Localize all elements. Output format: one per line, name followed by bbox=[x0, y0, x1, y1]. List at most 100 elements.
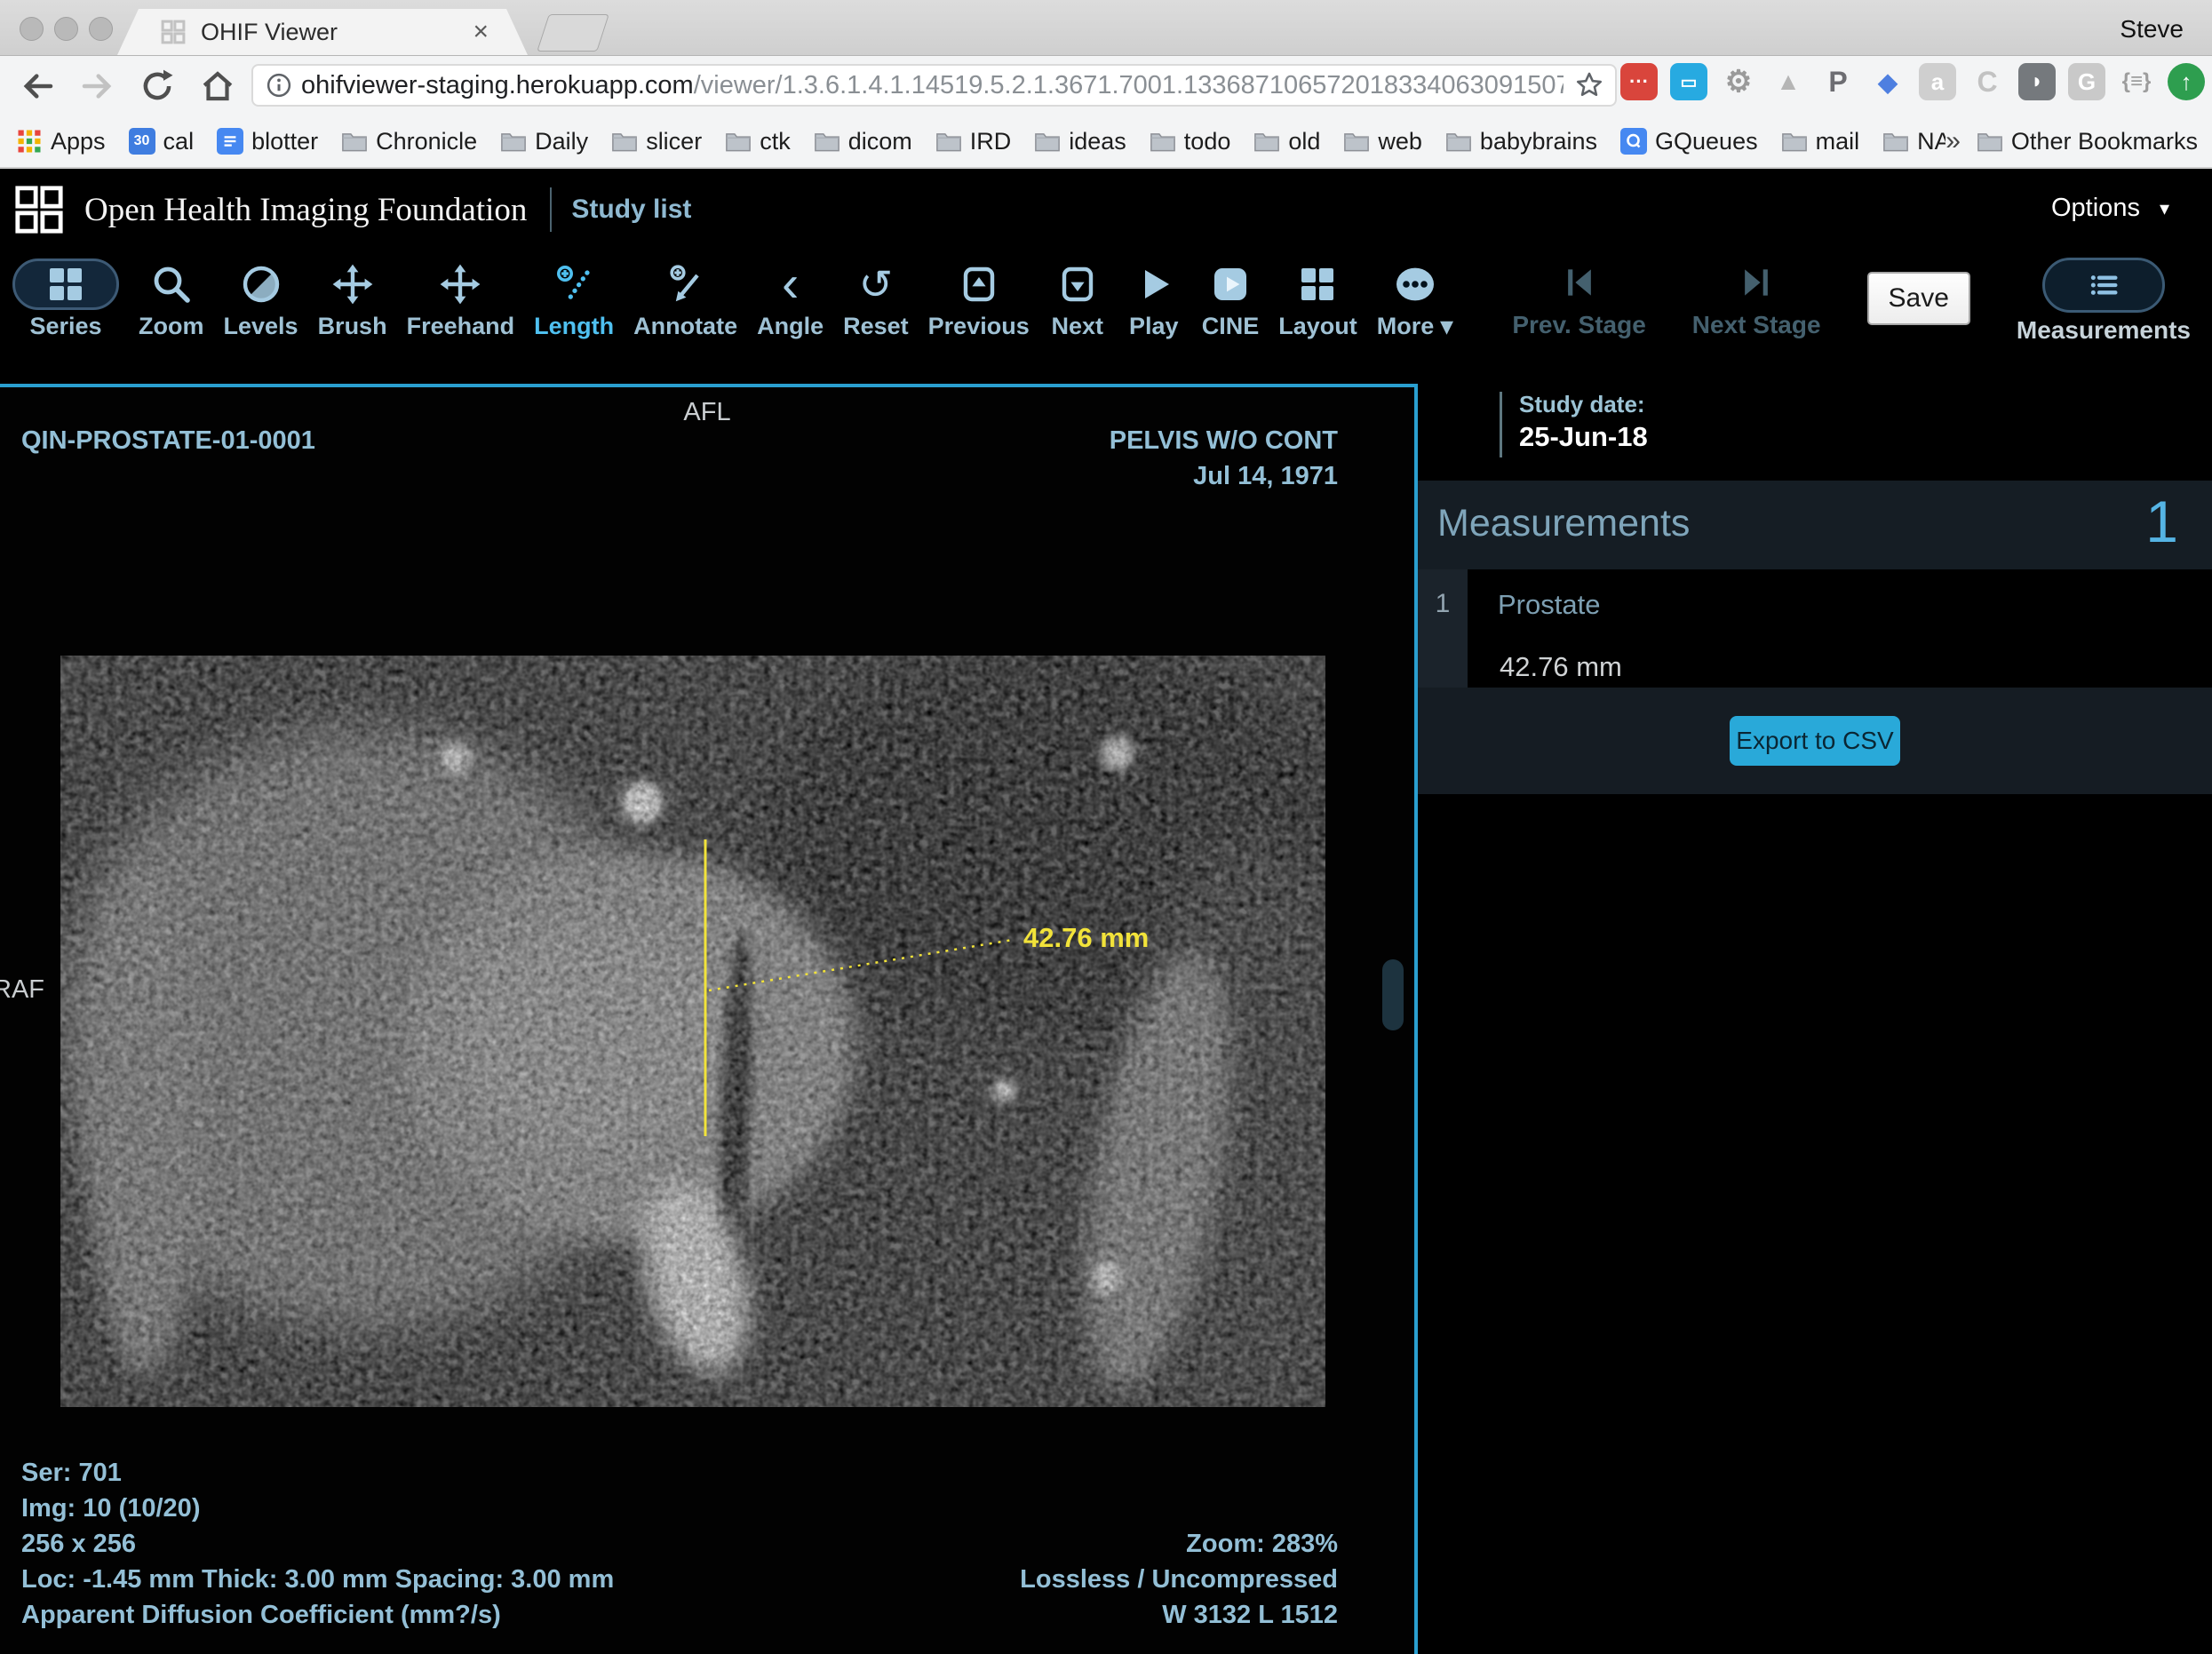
image-viewport[interactable]: AFL QIN-PROSTATE-01-0001 PELVIS W/O CONT… bbox=[0, 384, 1418, 1654]
tool-annotate[interactable]: Annotate bbox=[633, 259, 737, 340]
bookmark-item-web[interactable]: web bbox=[1343, 128, 1422, 155]
bookmark-item-chronicle[interactable]: Chronicle bbox=[341, 128, 477, 155]
tool-freehand[interactable]: Freehand bbox=[407, 259, 515, 340]
url-bar[interactable]: ohifviewer-staging.herokuapp.com/viewer/… bbox=[251, 64, 1617, 107]
bookmark-item-old[interactable]: old bbox=[1253, 128, 1320, 155]
tool-label: CINE bbox=[1202, 313, 1260, 340]
tool-next[interactable]: Next bbox=[1049, 259, 1106, 340]
close-window-button[interactable] bbox=[20, 17, 44, 41]
tool-label: Angle bbox=[757, 313, 824, 340]
home-icon[interactable] bbox=[199, 68, 236, 105]
bookmarks-overflow-icon[interactable]: » bbox=[1945, 126, 1961, 156]
measurement-value-label[interactable]: 42.76 mm bbox=[1023, 922, 1149, 954]
tool-cine[interactable]: CINE bbox=[1202, 259, 1260, 340]
chat-icon[interactable]: a bbox=[1919, 63, 1956, 100]
folder-icon bbox=[814, 128, 840, 155]
tab-close-icon[interactable]: × bbox=[473, 19, 489, 45]
lastpass-icon[interactable]: ··· bbox=[1620, 63, 1658, 100]
bookmark-item-gqueues[interactable]: GQueues bbox=[1620, 128, 1758, 155]
tool-label: Next bbox=[1051, 313, 1103, 340]
bookmark-star-icon[interactable] bbox=[1574, 70, 1604, 100]
bookmark-item-mail[interactable]: mail bbox=[1781, 128, 1860, 155]
reload-icon[interactable] bbox=[139, 68, 176, 105]
bookmark-label: cal bbox=[163, 128, 195, 155]
minimize-window-button[interactable] bbox=[54, 17, 78, 41]
tool-series[interactable]: Series bbox=[12, 259, 119, 340]
g-icon[interactable]: G bbox=[2068, 63, 2105, 100]
tool-play[interactable]: Play bbox=[1126, 259, 1182, 340]
new-tab-button[interactable] bbox=[537, 14, 609, 52]
prev-stage-label: Prev. Stage bbox=[1512, 311, 1645, 339]
move-arrows-icon bbox=[439, 259, 481, 309]
apps-grid-icon bbox=[16, 128, 43, 155]
page-up-icon bbox=[958, 259, 1000, 309]
measurements-toggle-button[interactable]: Measurements bbox=[2017, 258, 2191, 345]
folder-icon bbox=[725, 128, 752, 155]
tool-more[interactable]: More ▾ bbox=[1377, 259, 1453, 340]
bookmark-item-todo[interactable]: todo bbox=[1150, 128, 1231, 155]
annotate-arrow-icon bbox=[664, 259, 707, 309]
tool-zoom[interactable]: Zoom bbox=[139, 259, 204, 340]
bookmark-label: todo bbox=[1184, 128, 1231, 155]
viewport-scrollbar[interactable] bbox=[1382, 959, 1404, 1030]
bookmark-item-cal[interactable]: 30cal bbox=[129, 128, 195, 155]
bookmark-item-ird[interactable]: IRD bbox=[935, 128, 1012, 155]
tool-reset[interactable]: ↺Reset bbox=[843, 259, 909, 340]
study-date-value: 25-Jun-18 bbox=[1519, 421, 1648, 453]
bookmark-item-daily[interactable]: Daily bbox=[500, 128, 588, 155]
braces-icon[interactable]: {≡} bbox=[2118, 63, 2155, 100]
tool-label: Layout bbox=[1278, 313, 1357, 340]
bookmark-item-ideas[interactable]: ideas bbox=[1034, 128, 1126, 155]
bookmark-item-slicer[interactable]: slicer bbox=[611, 128, 702, 155]
length-measurement-annotation[interactable] bbox=[0, 387, 1414, 1654]
browser-window: OHIF Viewer × Steve ohifviewer-staging.h… bbox=[0, 0, 2212, 1654]
options-dropdown[interactable]: Options▾ bbox=[2051, 194, 2169, 223]
tool-brush[interactable]: Brush bbox=[318, 259, 387, 340]
browser-tab[interactable]: OHIF Viewer × bbox=[117, 9, 528, 55]
bookmark-label: blotter bbox=[251, 128, 318, 155]
bookmark-item-ctk[interactable]: ctk bbox=[725, 128, 791, 155]
bookmark-item-blotter[interactable]: blotter bbox=[217, 128, 318, 155]
diamond-icon[interactable]: ◆ bbox=[1869, 63, 1906, 100]
bookmark-label: IRD bbox=[970, 128, 1012, 155]
bookmark-item-nac[interactable]: NAC bbox=[1882, 128, 1945, 155]
tool-previous[interactable]: Previous bbox=[928, 259, 1030, 340]
folder-icon bbox=[935, 128, 962, 155]
length-ruler-icon bbox=[553, 259, 595, 309]
bookmark-label: dicom bbox=[848, 128, 912, 155]
export-csv-button[interactable]: Export to CSV bbox=[1730, 716, 1900, 766]
measurements-list-icon bbox=[2042, 258, 2165, 313]
tool-label: Annotate bbox=[633, 313, 737, 340]
prev-stage-button[interactable]: Prev. Stage bbox=[1512, 258, 1645, 339]
tool-label: More ▾ bbox=[1377, 313, 1453, 340]
paypal-icon[interactable]: P bbox=[1819, 63, 1857, 100]
page-info-icon[interactable] bbox=[266, 72, 292, 99]
gear-icon[interactable]: ⚙ bbox=[1720, 63, 1757, 100]
bookmark-item-apps[interactable]: Apps bbox=[16, 128, 106, 155]
next-stage-button[interactable]: Next Stage bbox=[1692, 258, 1821, 339]
url-path: /viewer/1.3.6.1.4.1.14519.5.2.1.3671.700… bbox=[694, 71, 1564, 99]
forward-icon[interactable] bbox=[78, 68, 115, 105]
shell-icon[interactable]: ◗ bbox=[2018, 63, 2056, 100]
study-list-link[interactable]: Study list bbox=[571, 195, 691, 225]
tool-levels[interactable]: Levels bbox=[224, 259, 298, 340]
bookmark-label: babybrains bbox=[1480, 128, 1597, 155]
window-controls bbox=[20, 17, 113, 41]
bookmark-item-dicom[interactable]: dicom bbox=[814, 128, 912, 155]
ohif-favicon-icon bbox=[160, 19, 187, 45]
tool-layout[interactable]: Layout bbox=[1278, 259, 1357, 340]
tool-length[interactable]: Length bbox=[534, 259, 614, 340]
folder-icon bbox=[1977, 128, 2003, 155]
bookmark-item-babybrains[interactable]: babybrains bbox=[1445, 128, 1597, 155]
back-icon[interactable] bbox=[20, 68, 57, 105]
snag-icon[interactable]: ▭ bbox=[1670, 63, 1707, 100]
pocket-icon[interactable]: ↑ bbox=[2168, 63, 2205, 100]
app-title: Open Health Imaging Foundation bbox=[84, 191, 527, 229]
tool-angle[interactable]: ‹Angle bbox=[757, 259, 824, 340]
save-button[interactable]: Save bbox=[1867, 272, 1970, 325]
drive-icon[interactable]: ▲ bbox=[1770, 63, 1807, 100]
measurement-row[interactable]: 1Prostate42.76 mm bbox=[1418, 569, 2212, 688]
c-icon[interactable]: C bbox=[1969, 63, 2006, 100]
bookmark-item-other-bookmarks[interactable]: Other Bookmarks bbox=[1977, 128, 2198, 155]
zoom-window-button[interactable] bbox=[89, 17, 113, 41]
